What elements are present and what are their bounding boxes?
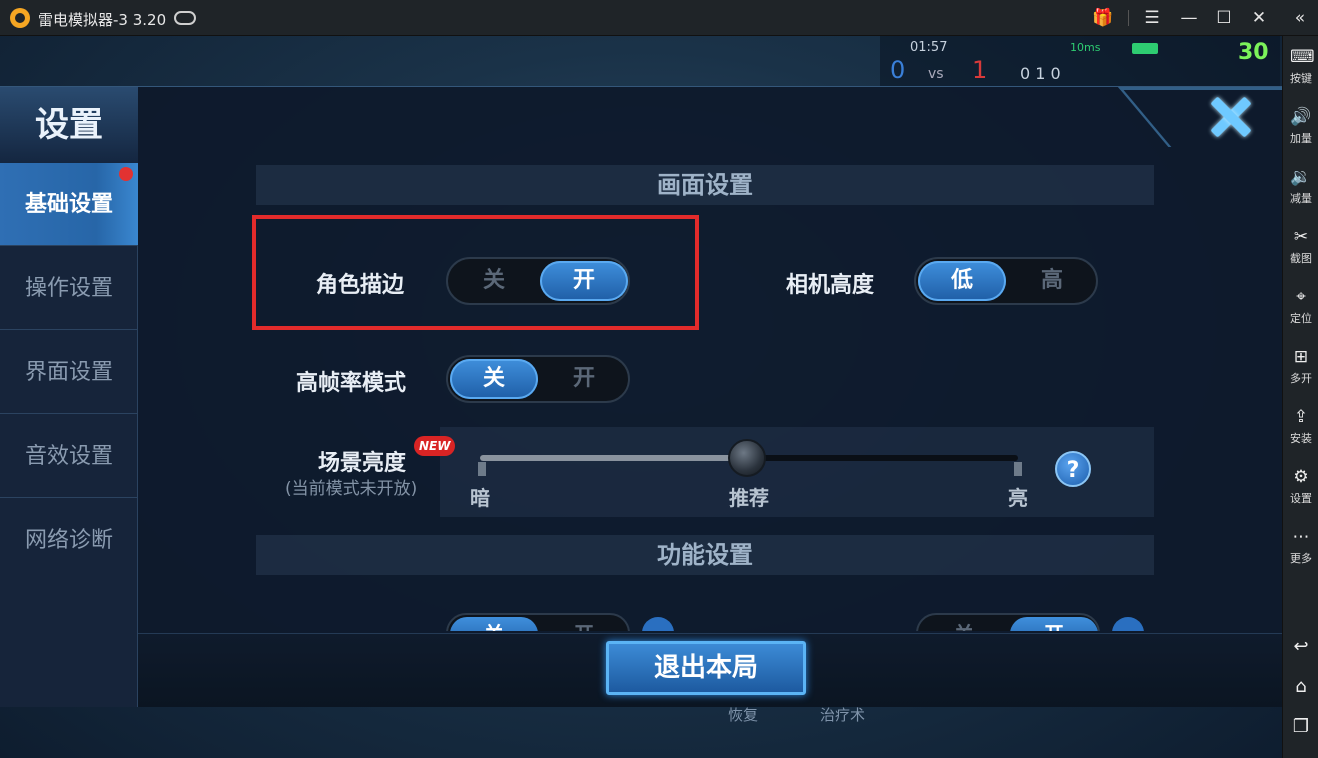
sidebar-item-label: 按键 — [1290, 72, 1312, 85]
camera-low-option[interactable]: 低 — [918, 261, 1006, 301]
emulator-titlebar: 雷电模拟器-3 3.20 🎁 ☰ — ☐ ✕ « — [0, 0, 1318, 36]
sidebar-item-install[interactable]: ⇪ 安装 — [1283, 400, 1318, 456]
keyboard-icon: ⌨ — [1290, 47, 1315, 67]
settings-dialog: 设置 基础设置 操作设置 界面设置 音效设置 网络诊断 画面设置 角色描边 关 … — [0, 86, 1282, 707]
sidebar-item-label: 截图 — [1290, 252, 1312, 265]
function-toggle-2[interactable]: 关 开 — [916, 613, 1100, 631]
exit-match-button[interactable]: 退出本局 — [606, 641, 806, 695]
close-dialog-icon[interactable] — [1208, 95, 1252, 139]
score-red: 1 — [972, 56, 988, 84]
brightness-sublabel: (当前模式未开放) — [285, 479, 418, 499]
sidebar-item-volume-down[interactable]: 🔉 减量 — [1283, 160, 1318, 216]
notification-dot — [119, 167, 133, 181]
sidebar-item-label: 减量 — [1290, 192, 1312, 205]
gamepad-icon[interactable] — [174, 11, 196, 25]
skill-label: 恢复 — [728, 706, 759, 724]
tool-sidebar: ⌨ 按键 🔊 加量 🔉 减量 ✂ 截图 ⌖ 定位 ⊞ 多开 ⇪ 安装 ⚙ 设置 … — [1282, 36, 1318, 758]
high-fps-off-option[interactable]: 关 — [450, 359, 538, 399]
game-viewport: 01:57 10ms 0 vs 1 0 1 0 30 恢复 治疗术 设置 基础设… — [0, 36, 1282, 758]
titlebar-divider — [1128, 10, 1129, 26]
window-title: 雷电模拟器-3 3.20 — [38, 11, 167, 29]
app-logo-icon — [10, 8, 30, 28]
recent-apps-icon[interactable]: ❐ — [1283, 712, 1318, 742]
sidebar-item-keys[interactable]: ⌨ 按键 — [1283, 40, 1318, 96]
function-toggle-1-on[interactable]: 开 — [540, 617, 628, 631]
help-icon[interactable] — [1112, 617, 1144, 631]
function-toggle-1[interactable]: 关 开 — [446, 613, 630, 631]
brightness-mid-label: 推荐 — [729, 486, 769, 510]
brightness-label: 场景亮度 — [318, 451, 407, 476]
sidebar-item-screenshot[interactable]: ✂ 截图 — [1283, 220, 1318, 276]
camera-height-toggle[interactable]: 低 高 — [914, 257, 1098, 305]
match-timer: 01:57 — [910, 40, 948, 55]
sidebar-item-label: 安装 — [1290, 432, 1312, 445]
fps-counter: 30 — [1238, 40, 1269, 65]
function-row-clipped: 关 开 关 开 — [256, 611, 1154, 631]
function-toggle-2-on[interactable]: 开 — [1010, 617, 1098, 631]
high-fps-label: 高帧率模式 — [296, 371, 407, 396]
sidebar-item-volume-up[interactable]: 🔊 加量 — [1283, 100, 1318, 156]
sidebar-item-label: 多开 — [1290, 372, 1312, 385]
function-toggle-2-off[interactable]: 关 — [920, 617, 1008, 631]
battery-icon — [1132, 43, 1158, 54]
help-icon[interactable]: ? — [1055, 451, 1091, 487]
brightness-panel — [440, 427, 1154, 517]
function-toggle-1-off[interactable]: 关 — [450, 617, 538, 631]
gear-icon: ⚙ — [1293, 467, 1309, 487]
double-chevron-left-icon[interactable]: « — [1285, 4, 1315, 32]
section-display-settings: 画面设置 — [256, 165, 1154, 205]
high-fps-on-option[interactable]: 开 — [540, 359, 628, 399]
multi-window-icon: ⊞ — [1293, 347, 1309, 367]
sidebar-item-location[interactable]: ⌖ 定位 — [1283, 280, 1318, 336]
nav-network-diagnosis[interactable]: 网络诊断 — [0, 499, 138, 582]
sidebar-item-settings[interactable]: ⚙ 设置 — [1283, 460, 1318, 516]
apk-install-icon: ⇪ — [1293, 407, 1309, 427]
nav-control-settings[interactable]: 操作设置 — [0, 247, 138, 330]
camera-height-label: 相机高度 — [786, 273, 875, 298]
nav-sound-settings[interactable]: 音效设置 — [0, 415, 138, 498]
brightness-min-label: 暗 — [470, 486, 490, 510]
location-pin-icon: ⌖ — [1296, 287, 1306, 307]
section-function-settings: 功能设置 — [256, 535, 1154, 575]
brightness-max-label: 亮 — [1008, 486, 1028, 510]
slider-tick-max — [1014, 462, 1022, 476]
skill-label: 治疗术 — [820, 706, 866, 724]
sidebar-item-multi[interactable]: ⊞ 多开 — [1283, 340, 1318, 396]
gift-icon[interactable]: 🎁 — [1088, 4, 1118, 32]
vs-label: vs — [928, 66, 944, 82]
new-badge: NEW — [414, 436, 456, 456]
more-dots-icon: ⋯ — [1292, 527, 1310, 547]
brightness-slider-handle[interactable] — [728, 439, 766, 477]
close-icon[interactable]: ✕ — [1244, 4, 1274, 32]
sidebar-item-more[interactable]: ⋯ 更多 — [1283, 520, 1318, 576]
sidebar-item-label: 设置 — [1290, 492, 1312, 505]
sidebar-item-label: 定位 — [1290, 312, 1312, 325]
slider-tick-min — [478, 462, 486, 476]
home-icon[interactable]: ⌂ — [1283, 672, 1318, 702]
brightness-slider-fill — [480, 455, 749, 461]
sidebar-item-label: 加量 — [1290, 132, 1312, 145]
game-hud: 01:57 10ms 0 vs 1 0 1 0 — [880, 36, 1280, 86]
volume-down-icon: 🔉 — [1290, 167, 1312, 187]
volume-up-icon: 🔊 — [1290, 107, 1312, 127]
corner-decoration — [1118, 87, 1282, 147]
back-icon[interactable]: ↩ — [1283, 632, 1318, 662]
minimize-icon[interactable]: — — [1174, 4, 1204, 32]
kda-display: 0 1 0 — [1020, 64, 1061, 83]
scissors-icon: ✂ — [1293, 227, 1309, 247]
highlight-annotation — [252, 215, 699, 330]
camera-high-option[interactable]: 高 — [1008, 261, 1096, 301]
menu-icon[interactable]: ☰ — [1137, 4, 1167, 32]
high-fps-toggle[interactable]: 关 开 — [446, 355, 630, 403]
settings-title: 设置 — [0, 87, 138, 163]
nav-basic-settings[interactable]: 基础设置 — [0, 163, 138, 246]
maximize-icon[interactable]: ☐ — [1209, 4, 1239, 32]
sidebar-item-label: 更多 — [1290, 552, 1312, 565]
ping-display: 10ms — [1070, 41, 1101, 54]
nav-interface-settings[interactable]: 界面设置 — [0, 331, 138, 414]
score-blue: 0 — [890, 56, 906, 84]
help-icon[interactable] — [642, 617, 674, 631]
settings-nav: 设置 基础设置 操作设置 界面设置 音效设置 网络诊断 — [0, 87, 138, 707]
